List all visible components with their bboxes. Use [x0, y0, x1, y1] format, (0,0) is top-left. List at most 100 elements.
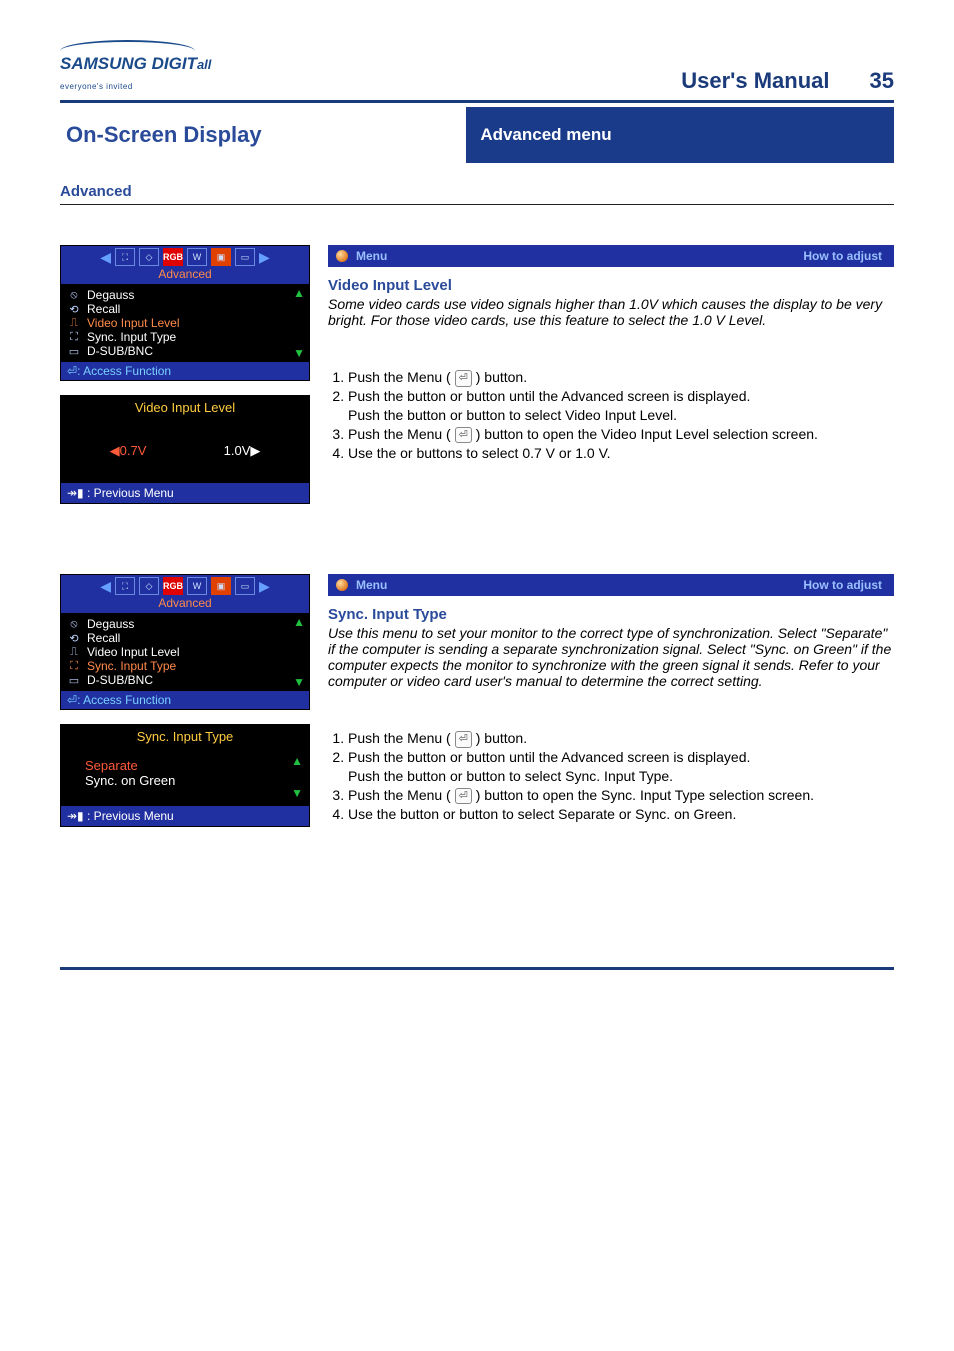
menu-label: Menu: [356, 249, 387, 263]
page-title: User's Manual35: [681, 68, 894, 94]
enter-icon: ⏎: [455, 370, 472, 387]
intro-rule: [60, 204, 894, 205]
osd-sub-options: ◀0.7V 1.0V▶: [61, 419, 309, 483]
menu-item: Degauss: [87, 617, 134, 631]
menu-item-selected: Sync. Input Type: [87, 659, 176, 673]
menu-item: Recall: [87, 631, 120, 645]
osd-screenshots-2: ◀ ⛶ ◇ RGB W ▣ ▭ ▶ Advanced ▲ ⦸ Degauss ⟲ R…: [60, 574, 310, 827]
osd-access-hint: ⏎: Access Function: [61, 691, 309, 709]
video-input-icon: ⎍: [67, 317, 81, 330]
scroll-up-icon: ▲: [293, 615, 305, 629]
section-video-input-level: ◀ ⛶ ◇ RGB W ▣ ▭ ▶ Advanced ▲ ⦸Degauss ⟲R…: [60, 245, 894, 504]
scroll-down-icon: ▼: [291, 786, 303, 800]
steps-list: Push the Menu ( ⏎ ) button. Push the but…: [328, 368, 894, 462]
menu-item-selected: Video Input Level: [87, 316, 180, 330]
step-2: Push the button or button until the Adva…: [348, 387, 894, 425]
feature-title: Sync. Input Type: [328, 606, 894, 623]
tab-icon: W: [187, 248, 207, 266]
osd-sync-input-type-screen: Sync. Input Type ▲ Separate Sync. on Gre…: [60, 724, 310, 827]
tab-icon: ⛶: [115, 577, 135, 595]
logo-text: SAMSUNG DIGITall: [60, 54, 211, 73]
instructions-2: Menu How to adjust Sync. Input Type Use …: [328, 574, 894, 827]
dsub-bnc-icon: ▭: [67, 345, 81, 358]
enter-icon: ⏎: [67, 364, 77, 378]
header-rule: [60, 100, 894, 103]
osd-advanced-menu: ◀ ⛶ ◇ RGB W ▣ ▭ ▶ Advanced ▲ ⦸Degauss ⟲R…: [60, 245, 310, 381]
scroll-up-icon: ▲: [291, 754, 303, 768]
enter-icon: ⏎: [455, 427, 472, 444]
osd-sub-title: Video Input Level: [61, 396, 309, 419]
step-1: Push the Menu ( ⏎ ) button.: [348, 368, 894, 387]
howto-label: How to adjust: [803, 249, 882, 263]
osd-screenshots-1: ◀ ⛶ ◇ RGB W ▣ ▭ ▶ Advanced ▲ ⦸Degauss ⟲R…: [60, 245, 310, 504]
step-4: Use the button or button to select Separ…: [348, 805, 894, 824]
page-header: SAMSUNG DIGITall everyone's invited User…: [60, 40, 894, 94]
menu-item: Recall: [87, 302, 120, 316]
osd-advanced-menu-2: ◀ ⛶ ◇ RGB W ▣ ▭ ▶ Advanced ▲ ⦸ Degauss ⟲ R…: [60, 574, 310, 710]
instructions-1: Menu How to adjust Video Input Level Som…: [328, 245, 894, 504]
logo-subtext: everyone's invited: [60, 82, 133, 91]
step-3: Push the Menu ( ⏎ ) button to open the S…: [348, 786, 894, 805]
recall-icon: ⟲: [67, 632, 81, 645]
osd-menu-list: ▲ ⦸ Degauss ⟲ Recall ⎍ Video Input Level ⛶ S…: [61, 284, 309, 362]
menu-item: Sync. Input Type: [87, 330, 176, 344]
tab-next-icon: ▶: [259, 578, 270, 595]
degauss-icon: ⦸: [67, 289, 81, 302]
osd-sub-options: ▲ Separate Sync. on Green ▼: [61, 748, 309, 806]
scroll-up-icon: ▲: [293, 286, 305, 300]
osd-access-hint: ⏎: Access Function: [61, 362, 309, 380]
tab-icon: ⛶: [115, 248, 135, 266]
option-0-7v: ◀0.7V: [110, 443, 147, 459]
enter-icon: ⏎: [455, 731, 472, 748]
scroll-down-icon: ▼: [293, 346, 305, 360]
video-input-icon: ⎍: [67, 646, 81, 659]
menu-item: Degauss: [87, 288, 134, 302]
degauss-icon: ⦸: [67, 618, 81, 631]
option-1-0v: 1.0V▶: [224, 443, 261, 459]
section-sync-input-type: ◀ ⛶ ◇ RGB W ▣ ▭ ▶ Advanced ▲ ⦸ Degauss ⟲ R…: [60, 574, 894, 827]
feature-description: Some video cards use video signals highe…: [328, 296, 894, 328]
tab-prev-icon: ◀: [100, 578, 111, 595]
exit-icon: ↠▮: [67, 809, 84, 823]
section-banner: On-Screen Display Advanced menu: [60, 107, 894, 163]
recall-icon: ⟲: [67, 303, 81, 316]
howto-label: How to adjust: [803, 578, 882, 592]
menu-howto-bar: Menu How to adjust: [328, 574, 894, 596]
step-1: Push the Menu ( ⏎ ) button.: [348, 729, 894, 748]
footer-rule: [60, 967, 894, 970]
feature-description: Use this menu to set your monitor to the…: [328, 625, 894, 689]
tab-icon: ▭: [235, 248, 255, 266]
osd-menu-list: ▲ ⦸Degauss ⟲Recall ⎍Video Input Level ⛶S…: [61, 613, 309, 691]
step-4: Use the or buttons to select 0.7 V or 1.…: [348, 444, 894, 463]
intro-heading: Advanced: [60, 183, 894, 200]
tab-icon: ▭: [235, 577, 255, 595]
tab-icon: ◇: [139, 248, 159, 266]
menu-label: Menu: [356, 578, 387, 592]
osd-tab-bar: ◀ ⛶ ◇ RGB W ▣ ▭ ▶ Advanced: [61, 575, 309, 613]
menu-howto-bar: Menu How to adjust: [328, 245, 894, 267]
tab-icon: ◇: [139, 577, 159, 595]
dot-icon: [336, 250, 348, 262]
samsung-logo: SAMSUNG DIGITall everyone's invited: [60, 40, 211, 94]
page-number: 35: [870, 68, 894, 94]
tab-icon-rgb: RGB: [163, 248, 183, 266]
option-sync-on-green: Sync. on Green: [85, 773, 285, 788]
tab-next-icon: ▶: [259, 249, 270, 266]
osd-sub-title: Sync. Input Type: [61, 725, 309, 748]
step-3: Push the Menu ( ⏎ ) button to open the V…: [348, 425, 894, 444]
osd-previous-hint: ↠▮ : Previous Menu: [61, 806, 309, 826]
tab-icon-selected: ▣: [211, 577, 231, 595]
dsub-bnc-icon: ▭: [67, 674, 81, 687]
osd-video-input-level-screen: Video Input Level ◀0.7V 1.0V▶ ↠▮ : Previ…: [60, 395, 310, 504]
page-35: SAMSUNG DIGITall everyone's invited User…: [0, 0, 954, 1018]
osd-previous-hint: ↠▮ : Previous Menu: [61, 483, 309, 503]
feature-title: Video Input Level: [328, 277, 894, 294]
enter-icon: ⏎: [455, 788, 472, 805]
tab-prev-icon: ◀: [100, 249, 111, 266]
menu-item: D-SUB/BNC: [87, 673, 153, 687]
banner-left: On-Screen Display: [60, 107, 466, 163]
sync-type-icon: ⛶: [67, 331, 81, 344]
step-2: Push the button or button until the Adva…: [348, 748, 894, 786]
enter-icon: ⏎: [67, 693, 77, 707]
tab-icon-selected: ▣: [211, 248, 231, 266]
